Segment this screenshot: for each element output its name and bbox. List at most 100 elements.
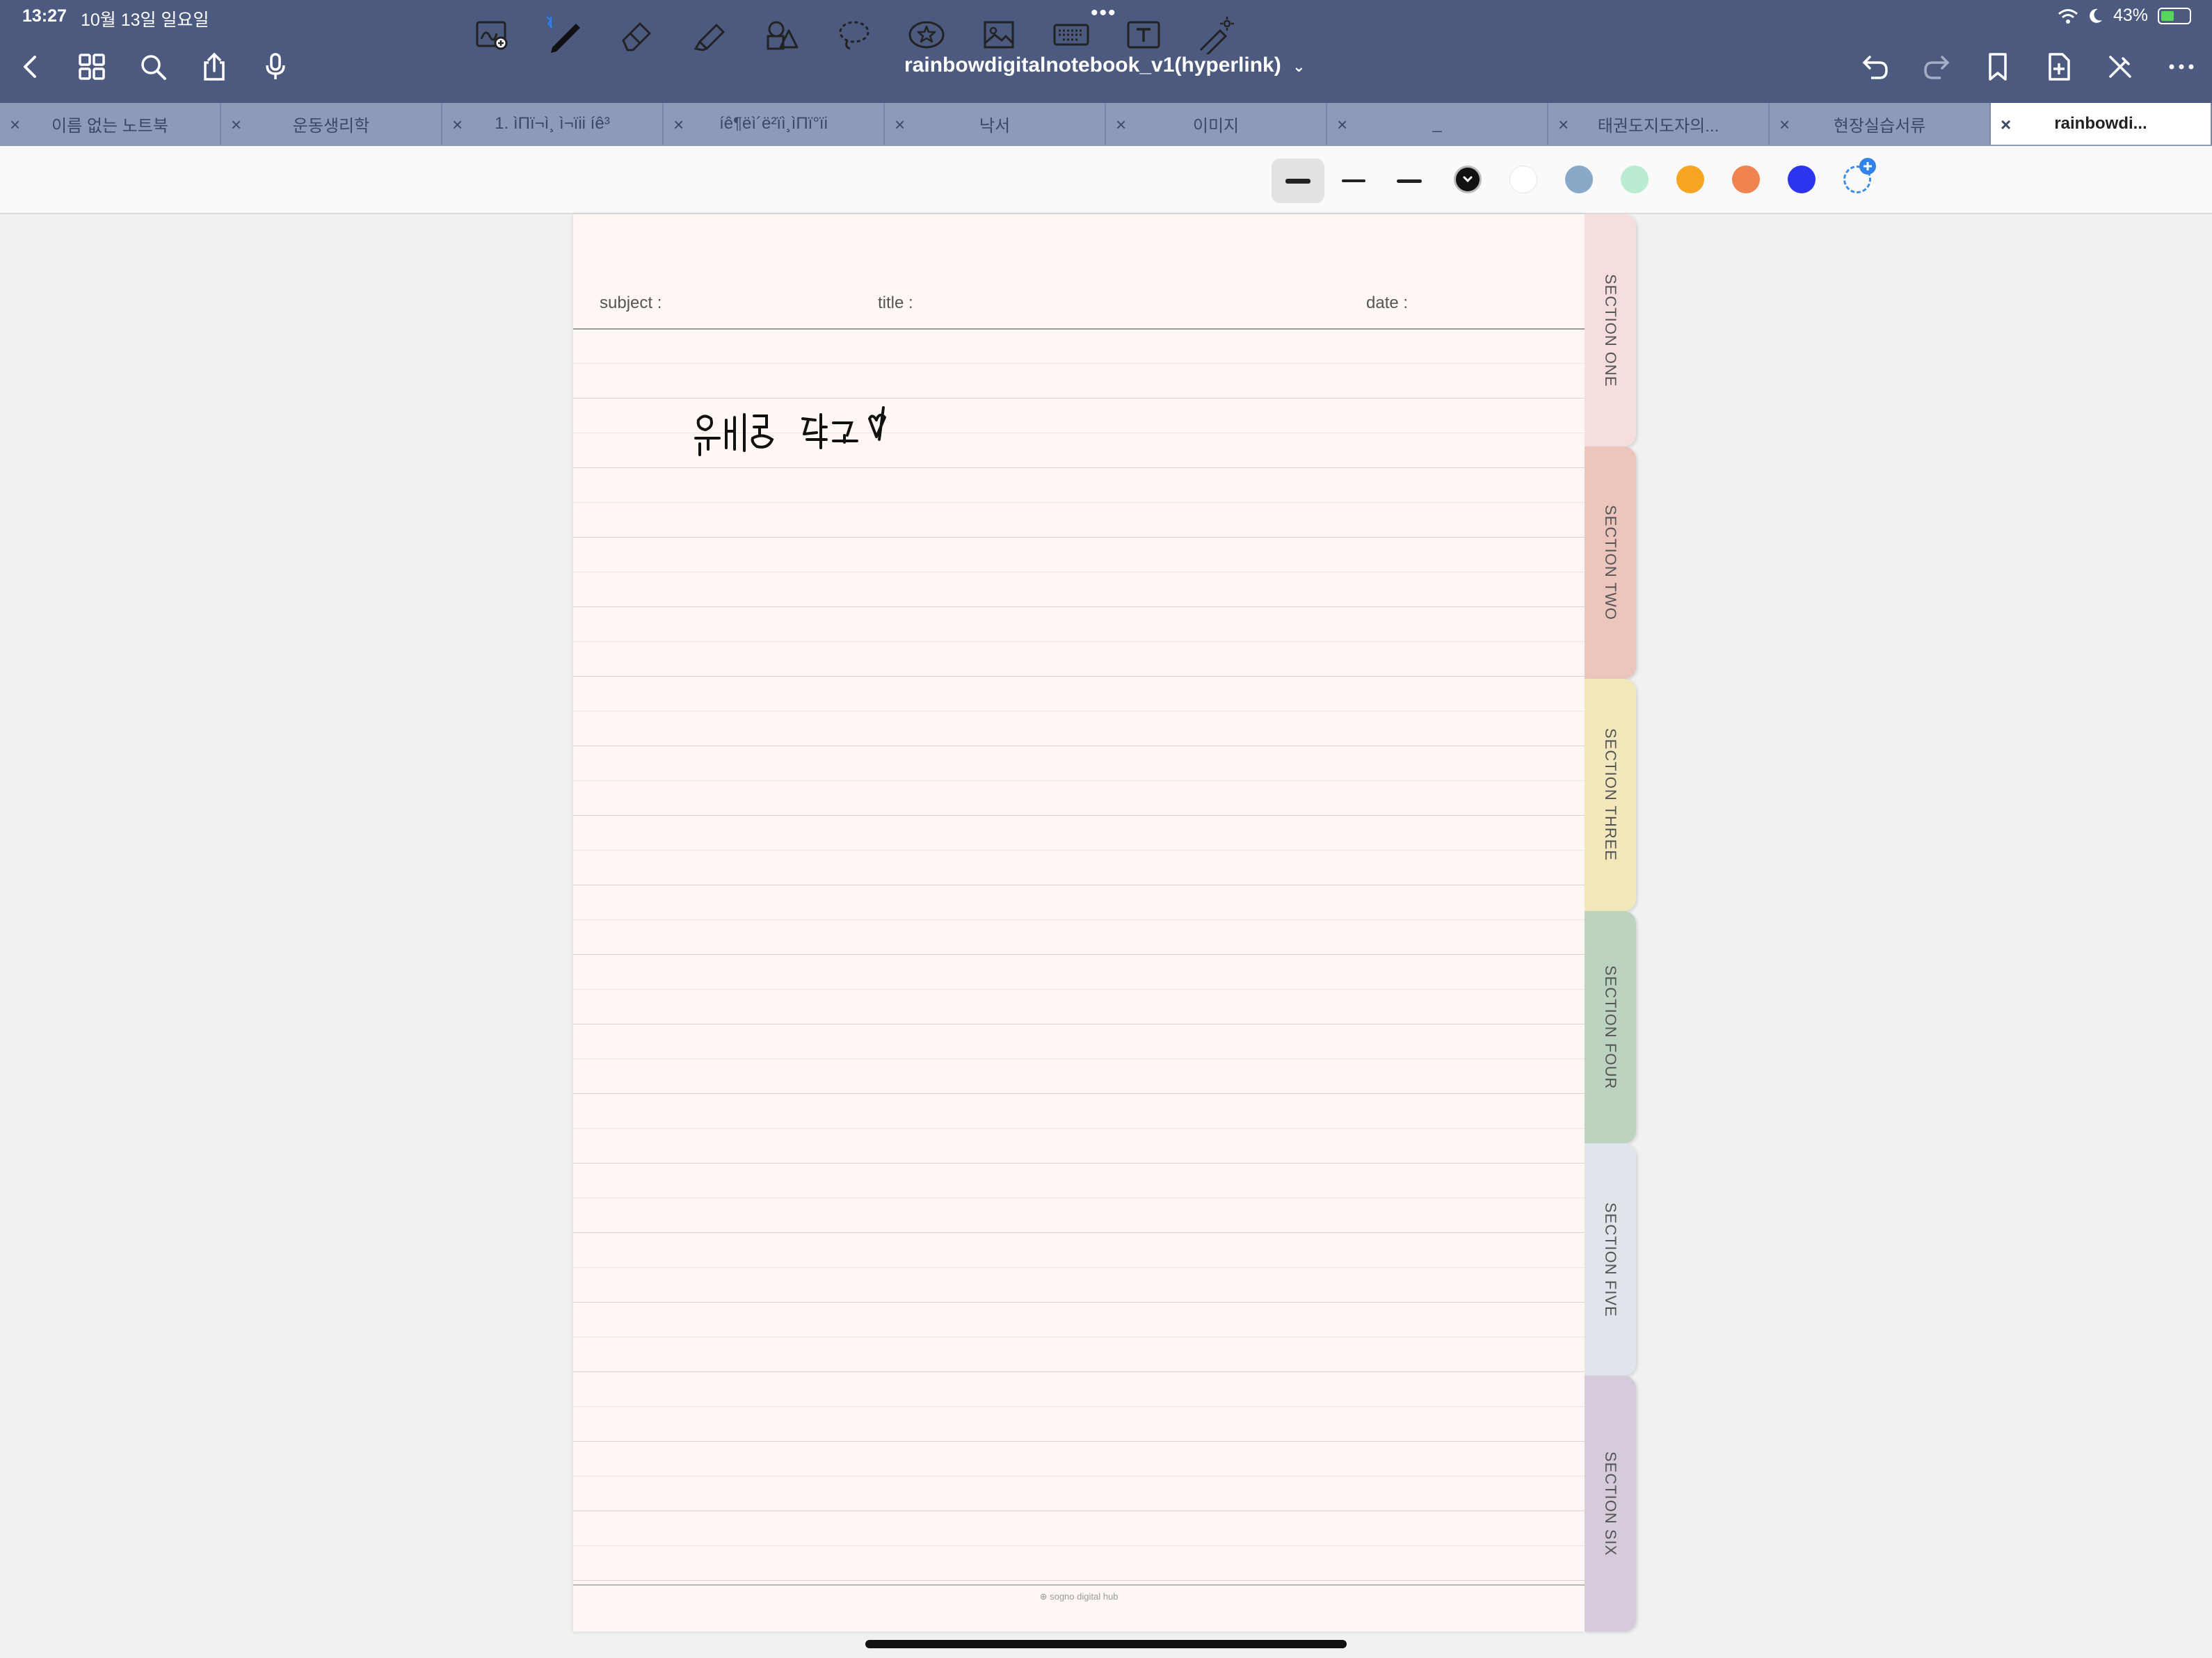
tab-0[interactable]: × 이름 없는 노트북 [0, 103, 221, 145]
tab-6[interactable]: × _ [1327, 103, 1548, 145]
ruled-line [573, 1580, 1585, 1581]
tab-4[interactable]: × 낙서 [885, 103, 1106, 145]
ruled-line [573, 1406, 1585, 1407]
tab-label: _ [1432, 114, 1442, 133]
ruled-line [573, 850, 1585, 851]
tab-8[interactable]: × 현장실습서류 [1770, 103, 1991, 145]
ruled-line [573, 606, 1585, 607]
ruled-line [573, 1302, 1585, 1303]
section-tab-five[interactable]: SECTION FIVE [1585, 1143, 1636, 1376]
close-tab-icon[interactable]: × [1779, 114, 1790, 136]
section-label: SECTION TWO [1602, 505, 1619, 620]
color-steel-blue[interactable] [1565, 166, 1593, 193]
status-date: 10월 13일 일요일 [81, 10, 209, 30]
ruled-line [573, 1371, 1585, 1372]
status-bar: 13:27 10월 13일 일요일 ••• 43% [0, 0, 2212, 35]
tab-label: rainbowdi... [2054, 114, 2147, 133]
ruled-line [573, 1128, 1585, 1129]
search-icon[interactable] [136, 50, 170, 83]
pen-tool-icon[interactable] [543, 13, 587, 57]
more-icon[interactable] [2165, 50, 2198, 83]
close-tab-icon[interactable]: × [895, 114, 905, 136]
section-tab-two[interactable]: SECTION TWO [1585, 446, 1636, 679]
bookmark-icon[interactable] [1981, 50, 2014, 83]
section-label: SECTION THREE [1602, 728, 1619, 862]
text-box-icon[interactable] [1121, 13, 1166, 57]
header-divider [573, 328, 1585, 330]
section-label: SECTION FIVE [1602, 1202, 1619, 1317]
ruled-line [573, 1545, 1585, 1546]
eraser-icon[interactable] [615, 13, 659, 57]
tab-5[interactable]: × 이미지 [1106, 103, 1327, 145]
color-mint[interactable] [1621, 166, 1649, 193]
sticker-icon[interactable] [904, 13, 949, 57]
close-tab-icon[interactable]: × [1116, 114, 1126, 136]
lasso-icon[interactable] [832, 13, 876, 57]
add-page-icon[interactable] [2042, 50, 2076, 83]
zoom-window-icon[interactable] [470, 13, 515, 57]
chevron-down-icon [1463, 176, 1473, 183]
section-label: SECTION ONE [1602, 273, 1619, 387]
close-tab-icon[interactable]: × [1337, 114, 1347, 136]
grid-icon[interactable] [75, 50, 109, 83]
section-tab-six[interactable]: SECTION SIX [1585, 1376, 1636, 1632]
highlighter-icon[interactable] [687, 13, 732, 57]
stroke-thin[interactable] [1383, 159, 1436, 203]
subject-label: subject : [600, 293, 662, 312]
handwriting-note[interactable] [690, 399, 913, 469]
color-coral[interactable] [1732, 166, 1760, 193]
stroke-thick[interactable] [1272, 159, 1324, 203]
ruled-line [573, 537, 1585, 538]
share-icon[interactable] [198, 50, 231, 83]
color-blue[interactable] [1788, 166, 1816, 193]
tab-label: 낙서 [979, 116, 1011, 136]
add-color-button[interactable] [1843, 158, 1876, 193]
redo-icon[interactable] [1920, 50, 1953, 83]
section-tab-one[interactable]: SECTION ONE [1585, 214, 1636, 446]
date-label: date : [1366, 293, 1409, 312]
battery-icon [2158, 7, 2191, 24]
section-tab-three[interactable]: SECTION THREE [1585, 679, 1636, 911]
multitasking-dots[interactable]: ••• [1091, 1, 1117, 25]
tab-label: 현장실습서류 [1833, 116, 1926, 136]
tab-3[interactable]: × íê¶ëì´ë²ïì¸ìΠï°ïi [664, 103, 885, 145]
microphone-icon[interactable] [259, 50, 292, 83]
close-tab-icon[interactable]: × [673, 114, 684, 136]
close-tab-icon[interactable]: × [2001, 114, 2011, 136]
close-tab-icon[interactable]: × [452, 114, 463, 136]
keyboard-icon[interactable] [1049, 13, 1093, 57]
tab-2[interactable]: × 1. ìΠï¬ì¸ ì¬ïii íê³ [442, 103, 664, 145]
ruled-line [573, 502, 1585, 503]
drawing-toolbar [0, 146, 2212, 214]
close-tab-icon[interactable]: × [1558, 114, 1569, 136]
tab-7[interactable]: × 태권도지도자의... [1548, 103, 1770, 145]
ruled-line [573, 641, 1585, 642]
tab-1[interactable]: × 운동생리학 [221, 103, 442, 145]
tab-label: 이름 없는 노트북 [51, 116, 168, 136]
tab-active[interactable]: × rainbowdi... [1991, 103, 2212, 145]
ruled-line [573, 1232, 1585, 1233]
close-tab-icon[interactable]: × [10, 114, 20, 136]
ruled-line [573, 989, 1585, 990]
color-white[interactable] [1509, 166, 1537, 193]
plus-icon [1859, 158, 1876, 175]
section-tab-four[interactable]: SECTION FOUR [1585, 911, 1636, 1143]
home-indicator[interactable] [865, 1640, 1347, 1648]
undo-icon[interactable] [1859, 50, 1892, 83]
image-icon[interactable] [977, 13, 1021, 57]
pen-off-icon[interactable] [2103, 50, 2137, 83]
shapes-icon[interactable] [760, 13, 804, 57]
back-icon[interactable] [14, 50, 47, 83]
color-black[interactable] [1454, 166, 1482, 193]
color-orange[interactable] [1676, 166, 1704, 193]
laser-pointer-icon[interactable] [1194, 13, 1238, 57]
notebook-page[interactable]: subject : title : date : ⊕ sogno digital… [573, 214, 1585, 1632]
ruled-line [573, 1093, 1585, 1094]
ruled-line [573, 1163, 1585, 1164]
ruled-line [573, 1441, 1585, 1442]
close-tab-icon[interactable]: × [231, 114, 241, 136]
stroke-medium[interactable] [1327, 159, 1380, 203]
status-time: 13:27 [22, 6, 67, 26]
status-right: 43% [2058, 6, 2191, 26]
document-title[interactable]: rainbowdigitalnotebook_v1(hyperlink) ⌄ [904, 54, 1306, 77]
